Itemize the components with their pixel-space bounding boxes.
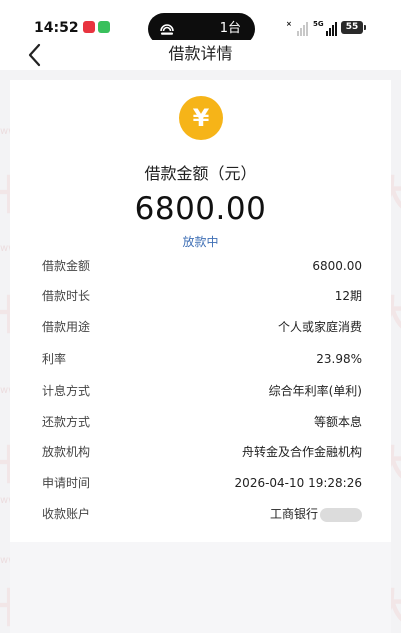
detail-label: 申请时间 [42,476,91,490]
detail-label: 借款用途 [42,320,91,334]
loan-amount: 6800.00 [134,191,267,227]
sim1-label: × [286,20,292,28]
detail-value-account: 工商银行 [270,504,362,524]
detail-row-apply-time: 申请时间 2026-04-10 19:28:26 [42,473,362,493]
signal-icon: × [286,20,308,36]
detail-row-repayment: 还款方式 等额本息 [42,412,362,432]
detail-row-amount: 借款金额 6800.00 [42,256,362,276]
battery-icon: 55 [341,21,366,34]
status-time: 14:52 [34,20,79,36]
network-type-label: 5G [313,20,324,28]
detail-label: 计息方式 [42,384,91,398]
notification-app-icon [83,21,95,33]
island-label: 1台 [219,21,241,36]
detail-value: 个人或家庭消费 [277,320,362,334]
loan-detail-card: ¥ 借款金额（元） 6800.00 放款中 借款金额 6800.00 借款时长 … [10,80,391,542]
nav-bar: 借款详情 [0,40,401,70]
detail-label: 放款机构 [42,445,91,459]
loan-status: 放款中 [182,235,219,249]
detail-value: 12期 [334,289,362,303]
currency-symbol: ¥ [192,104,210,132]
detail-value: 2026-04-10 19:28:26 [234,476,362,490]
detail-value: 23.98% [316,352,362,366]
signal-icon: 5G [313,20,337,36]
bank-name: 工商银行 [269,507,318,521]
detail-value: 综合年利率(单利) [268,384,362,398]
detail-value: 舟转金及合作金融机构 [241,445,362,459]
amount-caption: 借款金额（元） [144,164,257,183]
hotspot-icon [160,24,174,35]
redacted-account-mask [320,507,362,522]
yen-icon: ¥ [179,96,223,140]
detail-label: 还款方式 [42,415,91,429]
detail-value: 等额本息 [313,415,362,429]
empty-footer-area [10,542,391,633]
detail-row-account: 收款账户 工商银行 [42,504,362,524]
notification-app-icon [98,21,110,33]
page-title: 借款详情 [168,44,233,63]
detail-row-interest-method: 计息方式 综合年利率(单利) [42,381,362,401]
detail-label: 借款时长 [42,289,91,303]
detail-label: 利率 [42,352,67,366]
detail-label: 收款账户 [42,507,91,521]
detail-row-term: 借款时长 12期 [42,286,362,306]
detail-label: 借款金额 [42,259,91,273]
battery-level: 55 [345,22,359,32]
detail-row-purpose: 借款用途 个人或家庭消费 [42,317,362,337]
detail-row-lender: 放款机构 舟转金及合作金融机构 [42,442,362,462]
status-bar: 14:52 1台 × 5G 55 [0,0,401,45]
detail-row-rate: 利率 23.98% [42,349,362,369]
detail-value: 6800.00 [312,259,362,273]
